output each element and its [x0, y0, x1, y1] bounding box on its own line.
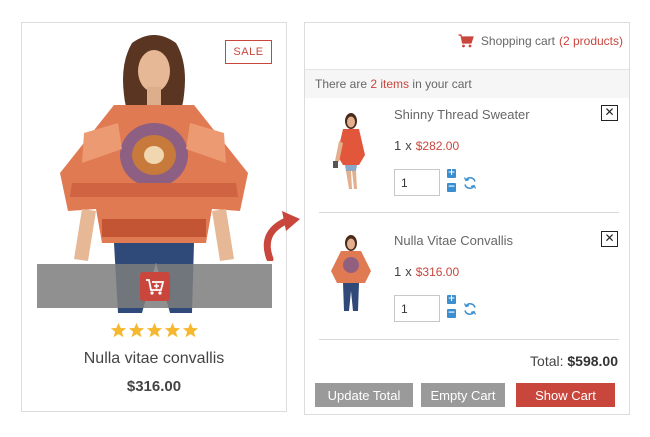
cart-header-label: Shopping cart — [480, 34, 555, 48]
decrement-button[interactable]: − — [447, 183, 456, 192]
item-thumbnail[interactable] — [325, 233, 377, 313]
decrement-button[interactable]: − — [447, 309, 456, 318]
refresh-icon[interactable] — [463, 302, 477, 316]
item-qty-line: 1 x $282.00 — [394, 138, 459, 153]
cart-info-bar: There are 2 items in your cart — [305, 69, 629, 98]
star-icon — [146, 322, 162, 338]
info-prefix: There are — [315, 77, 368, 91]
cart-header[interactable]: Shopping cart (2 products) — [458, 34, 623, 48]
item-thumbnail[interactable] — [325, 111, 377, 191]
item-qty-sep: x — [405, 138, 412, 153]
star-icon — [164, 322, 180, 338]
remove-item-button[interactable]: ✕ — [601, 105, 618, 121]
update-total-button[interactable]: Update Total — [315, 383, 413, 407]
curved-arrow-icon — [263, 211, 300, 261]
add-to-cart-button[interactable] — [140, 272, 170, 301]
sale-badge: SALE — [225, 40, 272, 64]
item-qty: 1 — [394, 264, 402, 279]
empty-cart-button[interactable]: Empty Cart — [421, 383, 505, 407]
product-card: SALE Nulla vitae convallis $316.00 — [21, 22, 287, 412]
divider — [319, 339, 619, 340]
info-count: 2 items — [370, 77, 410, 91]
item-name[interactable]: Nulla Vitae Convallis — [394, 233, 513, 248]
divider — [319, 212, 619, 213]
item-price: $282.00 — [415, 139, 460, 153]
cart-panel: Shopping cart (2 products) There are 2 i… — [304, 22, 630, 415]
info-suffix: in your cart — [412, 77, 472, 91]
increment-button[interactable]: + — [447, 169, 456, 178]
cart-plus-icon — [146, 278, 165, 295]
item-price: $316.00 — [415, 265, 460, 279]
star-icon — [110, 322, 126, 338]
remove-item-button[interactable]: ✕ — [601, 231, 618, 247]
cart-total: Total: $598.00 — [530, 353, 618, 369]
star-icon — [128, 322, 144, 338]
item-qty-sep: x — [405, 264, 412, 279]
increment-button[interactable]: + — [447, 295, 456, 304]
cart-item: Shinny Thread Sweater 1x$282.00 + − ✕ — [305, 99, 629, 225]
rating-stars — [22, 322, 286, 344]
refresh-icon[interactable] — [463, 176, 477, 190]
total-value: $598.00 — [567, 353, 618, 369]
total-label: Total: — [530, 353, 564, 369]
star-icon — [182, 322, 198, 338]
quantity-input[interactable] — [394, 169, 440, 196]
item-qty-line: 1 x $316.00 — [394, 264, 459, 279]
product-price: $316.00 — [126, 378, 182, 395]
product-name[interactable]: Nulla vitae convallis — [22, 350, 286, 368]
cart-item: Nulla Vitae Convallis 1x$316.00 + − ✕ — [305, 225, 629, 351]
cart-header-count: (2 products) — [558, 34, 623, 48]
cart-overlay — [37, 264, 272, 308]
show-cart-button[interactable]: Show Cart — [516, 383, 615, 407]
quantity-input[interactable] — [394, 295, 440, 322]
item-name[interactable]: Shinny Thread Sweater — [394, 107, 530, 122]
item-qty: 1 — [394, 138, 402, 153]
shopping-cart-icon — [458, 34, 474, 48]
